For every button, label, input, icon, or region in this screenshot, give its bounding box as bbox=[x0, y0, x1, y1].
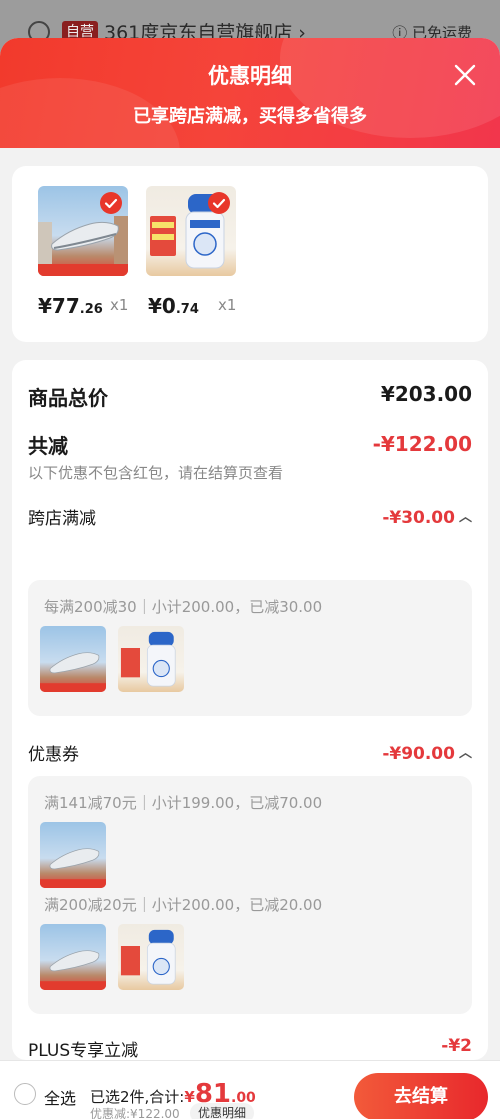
close-icon bbox=[454, 64, 476, 86]
cross-store-rule: 每满200减30｜小计200.00，已减30.00 bbox=[44, 598, 323, 616]
select-all-label[interactable]: 全选 bbox=[44, 1085, 76, 1109]
goods-total-value: ¥203.00 bbox=[380, 382, 472, 406]
mini-thumbnail-shoe bbox=[40, 924, 106, 990]
cross-store-discount-label: 跨店满减 bbox=[28, 509, 96, 529]
mini-thumbnail-shoe bbox=[40, 626, 106, 692]
check-icon bbox=[104, 198, 118, 209]
shoe-image bbox=[40, 652, 106, 692]
total-discount-label: 共减 bbox=[28, 434, 68, 458]
close-button[interactable] bbox=[450, 60, 480, 90]
discount-detail-sheet: 优惠明细 已享跨店满减，买得多省得多 ¥77.26 x1 ¥0.74 x1 商品… bbox=[0, 38, 500, 1119]
coupon-rule: 满141减70元｜小计199.00，已减70.00 bbox=[44, 794, 323, 812]
check-icon bbox=[212, 198, 226, 209]
coupon-discount-toggle[interactable]: -¥90.00 ︿ bbox=[382, 742, 472, 764]
mini-thumbnail-shoe bbox=[40, 822, 106, 888]
product-quantity: x1 bbox=[110, 296, 129, 314]
cross-store-discount-value: -¥30.00 bbox=[382, 508, 455, 528]
product-thumbnail-bottle[interactable] bbox=[146, 186, 236, 276]
bottle-image bbox=[120, 929, 176, 985]
product-price: ¥0.74 bbox=[148, 294, 199, 318]
selected-check-badge bbox=[100, 192, 122, 214]
selected-count: 已选2件,合计: bbox=[90, 1088, 185, 1106]
coupon-rule: 满200减20元｜小计200.00，已减20.00 bbox=[44, 896, 323, 914]
coupon-detail-box: 满141减70元｜小计199.00，已减70.00 满200减20元｜小计200… bbox=[28, 776, 472, 1014]
sheet-subtitle: 已享跨店满减，买得多省得多 bbox=[133, 106, 367, 127]
product-thumbnail-shoe[interactable] bbox=[38, 186, 128, 276]
sheet-header: 优惠明细 已享跨店满减，买得多省得多 bbox=[0, 38, 500, 148]
cross-store-detail-box: 每满200减30｜小计200.00，已减30.00 bbox=[28, 580, 472, 716]
shoe-image bbox=[40, 848, 106, 888]
select-all-radio[interactable] bbox=[14, 1083, 36, 1105]
products-card: ¥77.26 x1 ¥0.74 x1 bbox=[12, 166, 488, 342]
bottle-image bbox=[120, 631, 176, 687]
checkout-button[interactable]: 去结算 bbox=[354, 1073, 488, 1119]
mini-thumbnail-bottle bbox=[118, 626, 184, 692]
selected-check-badge bbox=[208, 192, 230, 214]
coupon-discount-label: 优惠券 bbox=[28, 745, 79, 765]
discount-note: 以下优惠不包含红包，请在结算页查看 bbox=[28, 464, 284, 482]
shoe-image bbox=[40, 950, 106, 990]
product-quantity: x1 bbox=[218, 296, 237, 314]
mini-thumbnail-bottle bbox=[118, 924, 184, 990]
coupon-discount-value: -¥90.00 bbox=[382, 744, 455, 764]
discount-amount-line: 优惠减:¥122.00 bbox=[90, 1107, 180, 1119]
plus-discount-label: PLUS专享立减 bbox=[28, 1041, 139, 1061]
goods-total-label: 商品总价 bbox=[28, 386, 108, 410]
sheet-title: 优惠明细 bbox=[208, 64, 292, 88]
cross-store-discount-toggle[interactable]: -¥30.00 ︿ bbox=[382, 506, 472, 528]
chevron-up-icon: ︿ bbox=[458, 746, 472, 761]
plus-discount-value: -¥2 bbox=[441, 1036, 472, 1056]
chevron-up-icon: ︿ bbox=[458, 510, 472, 525]
checkout-bar: 全选 已选2件,合计:¥81.00 优惠减:¥122.00 优惠明细 去结算 bbox=[0, 1060, 500, 1119]
discount-detail-button[interactable]: 优惠明细 bbox=[190, 1103, 255, 1119]
total-discount-value: -¥122.00 bbox=[372, 432, 472, 456]
product-price: ¥77.26 bbox=[38, 294, 103, 318]
discount-summary-card: 商品总价 ¥203.00 共减 -¥122.00 以下优惠不包含红包，请在结算页… bbox=[12, 360, 488, 1061]
